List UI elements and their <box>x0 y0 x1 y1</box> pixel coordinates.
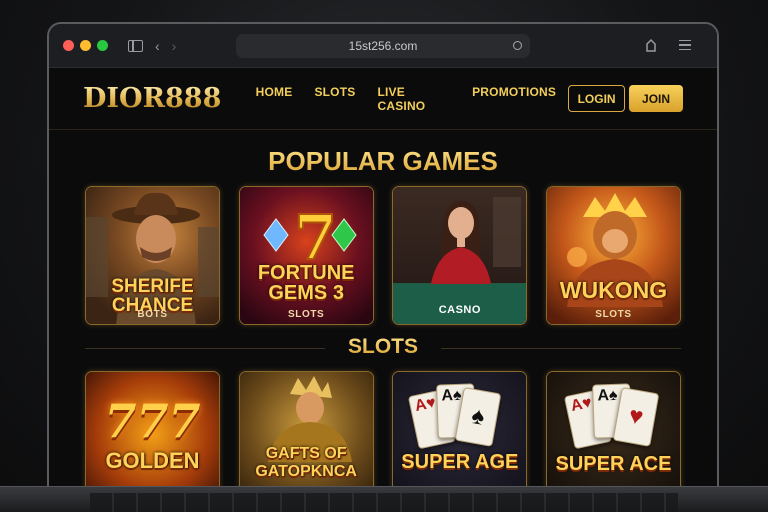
game-card-live-casino[interactable]: CASNO <box>392 186 528 325</box>
game-card-super-age[interactable]: A♥ A♠ ♠ SUPER AGE <box>392 371 528 488</box>
keyboard <box>90 493 678 512</box>
sidebar-icon[interactable] <box>128 39 143 52</box>
game-title-line1: SUPER AGE <box>401 451 519 473</box>
chevron-right-icon[interactable]: › <box>172 39 177 53</box>
address-bar[interactable]: 15st256.com <box>236 34 530 58</box>
sevens-art: 777 <box>104 394 201 448</box>
game-title-line1: GAFTS OF <box>265 445 347 462</box>
svg-text:7: 7 <box>294 205 337 265</box>
game-title-line1: FORTUNE <box>257 262 355 284</box>
game-title-line2: GATOPKNCA <box>255 463 357 480</box>
close-window-button[interactable] <box>63 40 74 51</box>
reload-icon[interactable] <box>513 41 522 50</box>
maximize-window-button[interactable] <box>97 40 108 51</box>
game-title-line1: GOLDEN <box>105 448 200 473</box>
url-text: 15st256.com <box>348 39 418 53</box>
site-header: DIOR888 HOME SLOTS LIVE CASINO PROMOTION… <box>49 68 717 130</box>
nav-home[interactable]: HOME <box>256 85 293 113</box>
game-card-sheriff-chance[interactable]: SHERIFE CHANCE BOTS <box>85 186 220 325</box>
slots-grid: 777 GOLDEN GAFTS OF GATOPKNCA A♥ A♠ ♠ SU… <box>85 371 681 488</box>
slots-heading: SLOTS <box>85 333 681 367</box>
main-content: POPULAR GAMES SHERIFE CHANCE BOTS 7 FORT… <box>49 146 717 488</box>
browser-window: ‹ › 15st256.com DIOR888 HOME SLOTS LIVE … <box>47 22 719 490</box>
game-card-gifts[interactable]: GAFTS OF GATOPKNCA <box>238 371 374 488</box>
game-title-line1: WUKONG <box>559 277 668 303</box>
game-title-line1: SHERIFE <box>111 276 194 297</box>
game-card-wukong[interactable]: WUKONG SLOTS <box>545 186 681 325</box>
popular-games-grid: SHERIFE CHANCE BOTS 7 FORTUNE GEMS 3 SLO… <box>85 186 681 325</box>
browser-toolbar: ‹ › 15st256.com <box>49 24 717 68</box>
monkey-king-icon <box>566 193 663 307</box>
login-button[interactable]: LOGIN <box>568 85 626 112</box>
slots-title: SLOTS <box>85 335 681 359</box>
nav-live-casino[interactable]: LIVE CASINO <box>377 85 450 113</box>
game-title-line2: GEMS 3 <box>268 282 344 304</box>
game-tag: CASNO <box>438 304 481 316</box>
game-title-line1: SUPER ACE <box>555 453 672 475</box>
tabs-icon[interactable] <box>679 40 691 50</box>
game-tag: BOTS <box>137 309 168 320</box>
game-card-golden[interactable]: 777 GOLDEN <box>85 371 220 488</box>
minimize-window-button[interactable] <box>80 40 91 51</box>
game-card-fortune-gems-3[interactable]: 7 FORTUNE GEMS 3 SLOTS <box>238 186 374 325</box>
popular-games-title: POPULAR GAMES <box>85 146 681 178</box>
site-logo[interactable]: DIOR888 <box>83 83 256 114</box>
game-art <box>546 187 680 324</box>
laptop-base <box>0 486 768 512</box>
main-nav: HOME SLOTS LIVE CASINO PROMOTIONS <box>256 85 578 113</box>
nav-slots[interactable]: SLOTS <box>314 85 355 113</box>
chevron-left-icon[interactable]: ‹ <box>155 39 160 53</box>
join-button[interactable]: JOIN <box>629 85 683 112</box>
game-card-super-ace[interactable]: A♥ A♠ ♥ SUPER ACE <box>545 371 681 488</box>
nav-promotions[interactable]: PROMOTIONS <box>472 85 556 113</box>
game-tag: SLOTS <box>287 309 325 320</box>
gems-icon: 7 <box>263 205 357 265</box>
share-icon[interactable] <box>645 38 657 52</box>
game-tag: SLOTS <box>595 309 632 320</box>
